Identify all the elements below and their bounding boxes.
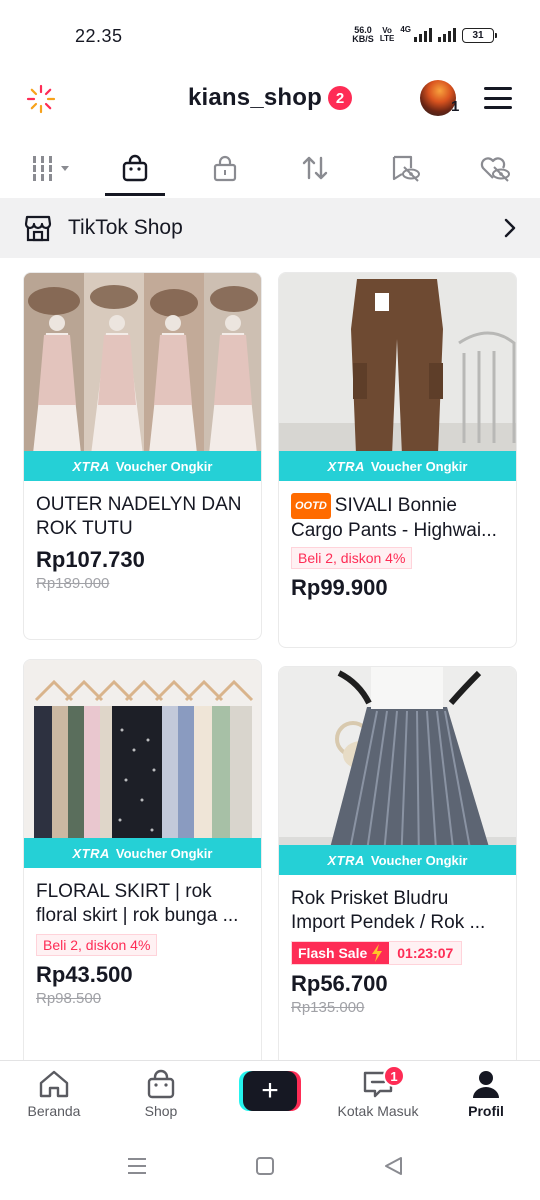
voucher-text: Voucher Ongkir — [370, 458, 468, 474]
product-price: Rp107.730 — [36, 547, 145, 572]
nav-home-label: Beranda — [27, 1103, 81, 1119]
original-price: Rp189.000 — [36, 575, 110, 592]
xtra-label: XTRA — [327, 458, 365, 474]
tab-shop[interactable] — [105, 140, 165, 196]
lock-icon — [213, 155, 237, 182]
flash-sale-timer: 01:23:07 — [389, 942, 462, 964]
nav-profile[interactable]: Profil — [436, 1069, 536, 1133]
original-price: Rp98.500 — [36, 990, 102, 1007]
chevron-right-icon — [504, 218, 516, 238]
plus-icon: + — [243, 1071, 297, 1111]
storefront-icon — [24, 215, 52, 242]
product-image: XTRA Voucher Ongkir — [24, 273, 261, 481]
tab-private[interactable] — [195, 140, 255, 196]
grid-icon — [33, 156, 69, 181]
product-card[interactable]: XTRA Voucher Ongkir OOTD SIVALI Bonnie Ca… — [278, 272, 517, 648]
bottom-nav: Beranda Shop + 1 Kotak Masuk Profil — [0, 1060, 540, 1136]
notification-badge: 2 — [328, 86, 353, 110]
product-title: Rok Prisket Bludru Import Pendek / Rok .… — [291, 888, 486, 933]
signal-icon-2 — [438, 28, 456, 42]
product-card[interactable]: XTRA Voucher Ongkir Rok Prisket Bludru I… — [278, 666, 517, 1060]
product-price: Rp99.900 — [291, 575, 388, 600]
status-indicators: 56.0 KB/S Vo LTE 4G 31 — [352, 24, 497, 46]
product-title: OOTD SIVALI Bonnie Cargo Pants - Highwai.… — [291, 493, 504, 541]
nav-shop[interactable]: Shop — [111, 1069, 211, 1133]
voucher-banner: XTRA Voucher Ongkir — [279, 845, 516, 875]
repost-icon — [302, 156, 328, 180]
voucher-banner: XTRA Voucher Ongkir — [24, 451, 261, 481]
tab-favorites[interactable] — [375, 140, 435, 196]
system-nav — [0, 1136, 540, 1200]
tab-reposts[interactable] — [285, 140, 345, 196]
tab-liked[interactable] — [465, 140, 525, 196]
product-price: Rp43.500 — [36, 962, 133, 987]
recent-apps-icon[interactable] — [126, 1156, 148, 1176]
tab-videos[interactable] — [20, 140, 80, 196]
product-image: XTRA Voucher Ongkir — [279, 273, 516, 481]
back-icon[interactable] — [383, 1156, 403, 1176]
voucher-text: Voucher Ongkir — [115, 458, 213, 474]
voucher-banner: XTRA Voucher Ongkir — [279, 451, 516, 481]
product-image: XTRA Voucher Ongkir — [24, 660, 261, 868]
battery-level: 31 — [472, 29, 484, 41]
flash-sale-text: Flash Sale — [298, 945, 368, 961]
tiktok-shop-label: TikTok Shop — [68, 216, 183, 239]
inbox-badge: 1 — [383, 1065, 405, 1087]
volte-indicator: Vo LTE — [380, 27, 395, 43]
shopping-bag-icon — [122, 154, 148, 182]
product-image: XTRA Voucher Ongkir — [279, 667, 516, 875]
ootd-tag: OOTD — [291, 493, 331, 519]
nav-inbox[interactable]: 1 Kotak Masuk — [328, 1065, 428, 1133]
original-price: Rp135.000 — [291, 999, 365, 1016]
network-type: 4G — [400, 24, 411, 34]
product-grid: XTRA Voucher Ongkir OUTER NADELYN DAN RO… — [0, 258, 540, 1060]
product-card[interactable]: XTRA Voucher Ongkir FLORAL SKIRT | rok f… — [23, 659, 262, 1060]
product-card[interactable]: XTRA Voucher Ongkir OUTER NADELYN DAN RO… — [23, 272, 262, 640]
active-tab-indicator — [105, 193, 165, 196]
profile-icon — [473, 1071, 499, 1098]
voucher-text: Voucher Ongkir — [370, 852, 468, 868]
nav-shop-label: Shop — [144, 1103, 178, 1119]
product-title: OUTER NADELYN DAN ROK TUTU — [36, 494, 242, 539]
create-button[interactable]: + — [239, 1071, 301, 1111]
xtra-label: XTRA — [72, 845, 110, 861]
nav-inbox-label: Kotak Masuk — [337, 1103, 419, 1119]
net-speed-unit: KB/S — [352, 34, 374, 44]
flash-sale-tag: Flash Sale 01:23:07 — [291, 941, 463, 965]
favorites-hidden-icon — [392, 155, 420, 182]
shop-bag-icon — [147, 1069, 175, 1099]
signal-icon — [414, 28, 432, 42]
promo-tag: Beli 2, diskon 4% — [36, 934, 158, 956]
avatar-count: 1 — [451, 98, 460, 115]
volte-bottom: LTE — [379, 34, 395, 43]
net-speed: 56.0 KB/S — [352, 26, 374, 44]
page-title: kians_shop — [187, 84, 323, 111]
profile-tabs — [0, 140, 540, 196]
status-time: 22.35 — [75, 26, 123, 46]
xtra-label: XTRA — [72, 458, 110, 474]
lightning-icon — [372, 944, 383, 962]
liked-hidden-icon — [480, 157, 510, 182]
battery-icon: 31 — [462, 27, 497, 43]
product-title: FLORAL SKIRT | rok floral skirt | rok bu… — [36, 881, 239, 926]
voucher-banner: XTRA Voucher Ongkir — [24, 838, 261, 868]
home-icon — [39, 1070, 69, 1098]
xtra-label: XTRA — [327, 852, 365, 868]
voucher-text: Voucher Ongkir — [115, 845, 213, 861]
home-button-icon[interactable] — [255, 1156, 275, 1176]
status-bar: 22.35 56.0 KB/S Vo LTE 4G 31 — [0, 0, 540, 72]
tiktok-shop-entry[interactable]: TikTok Shop — [0, 198, 540, 258]
profile-header: kians_shop 2 1 — [0, 72, 540, 128]
nav-profile-label: Profil — [468, 1103, 504, 1119]
product-price: Rp56.700 — [291, 971, 388, 996]
promo-tag: Beli 2, diskon 4% — [291, 547, 413, 569]
nav-home[interactable]: Beranda — [4, 1069, 104, 1133]
flash-sale-label: Flash Sale — [292, 942, 390, 964]
menu-icon[interactable] — [484, 87, 512, 109]
